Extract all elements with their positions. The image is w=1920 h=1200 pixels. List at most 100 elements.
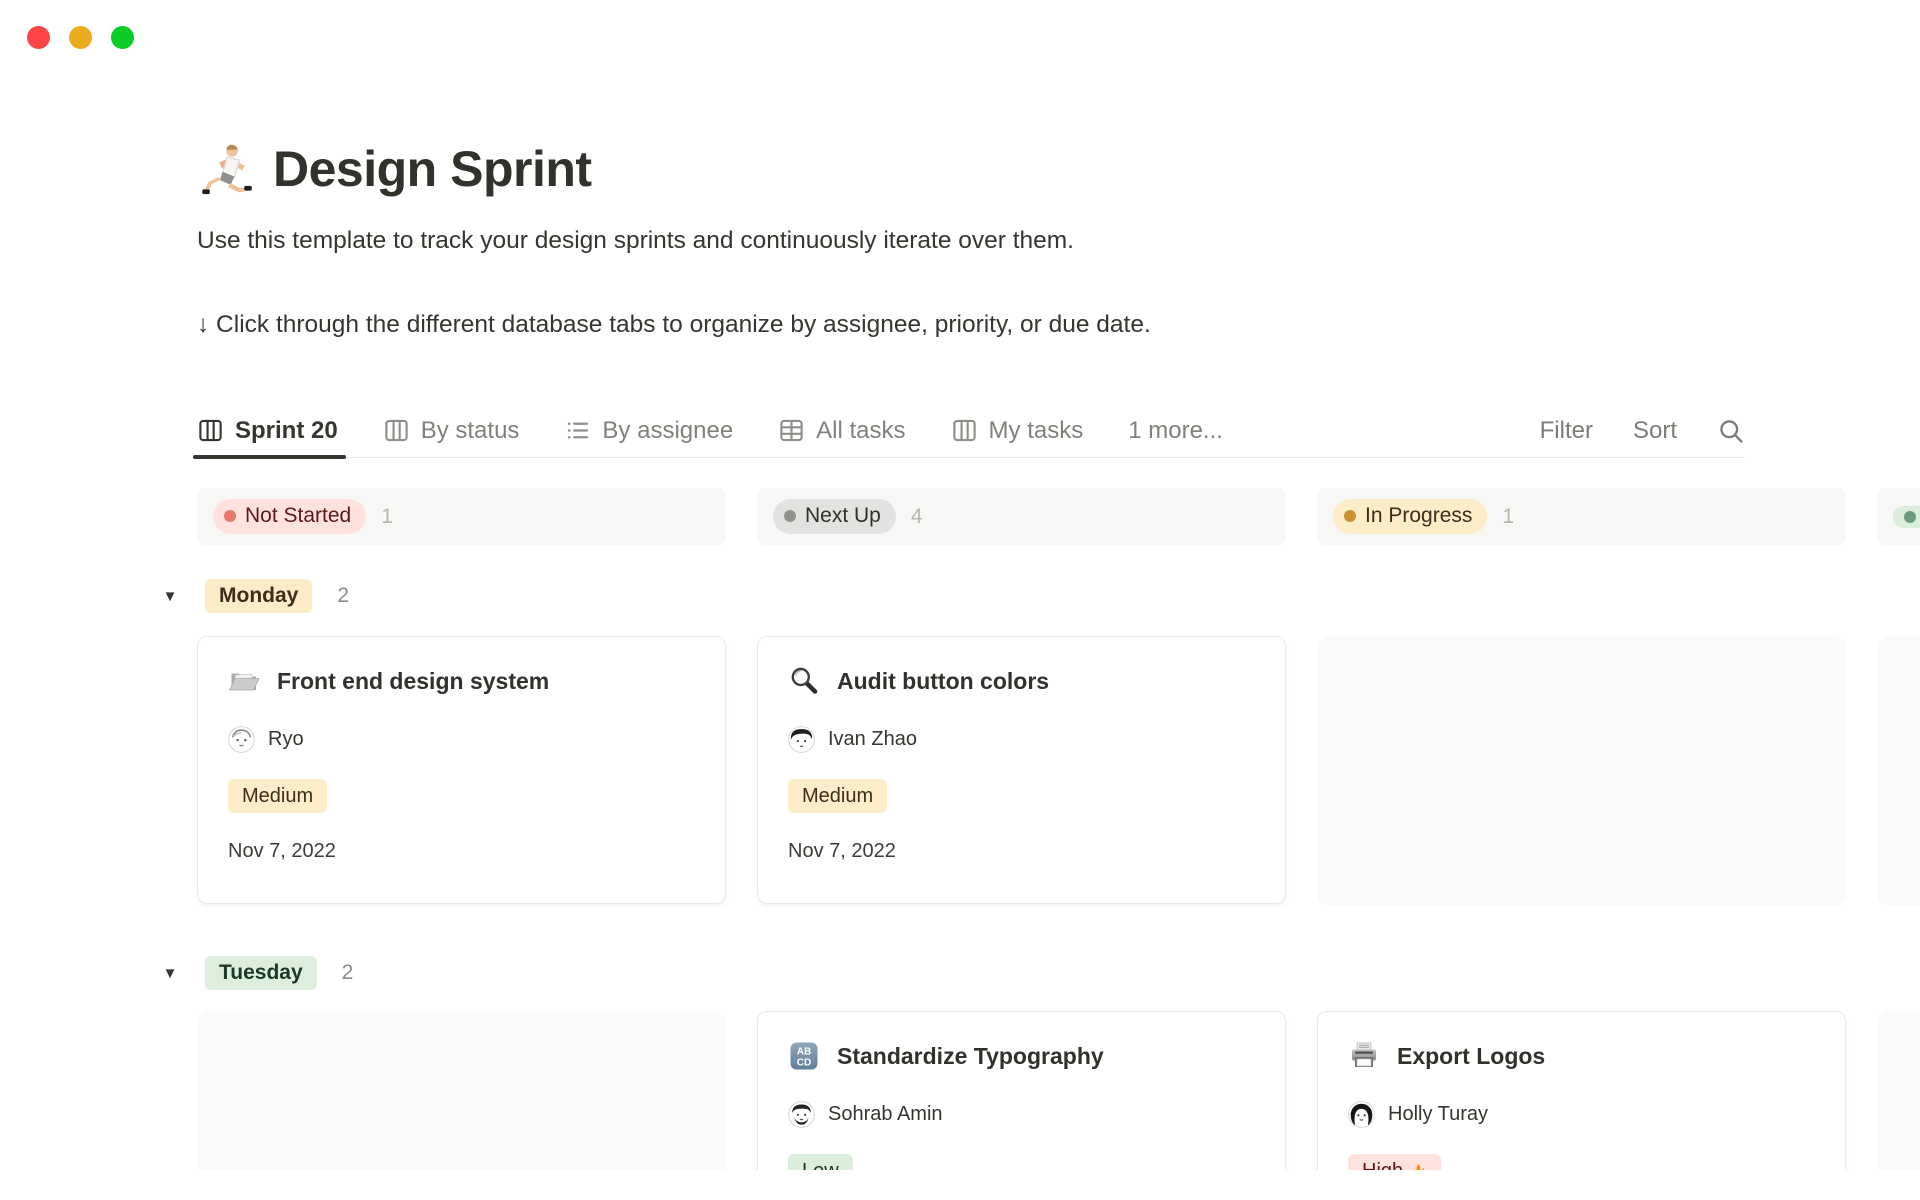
column-header-clipped[interactable] (1877, 488, 1920, 545)
assignee-name: Sohrab Amin (828, 1103, 943, 1126)
magnifier-icon (788, 665, 820, 697)
group-count: 2 (337, 584, 349, 608)
card-title: Front end design system (277, 668, 549, 695)
table-view-icon (778, 417, 805, 444)
tab-by-status[interactable]: By status (383, 404, 520, 457)
page-title: Design Sprint (273, 140, 592, 198)
kanban-board: Not Started 1 Next Up 4 In Progress 1 ▼ (197, 488, 1745, 1200)
assignee-name: Ryo (268, 728, 304, 751)
board-view-icon (951, 417, 978, 444)
page-description: Use this template to track your design s… (197, 226, 1745, 256)
status-badge (1893, 506, 1920, 528)
assignee-row: Ivan Zhao (788, 726, 1255, 753)
empty-column-placeholder (1317, 636, 1846, 906)
column-header-next-up[interactable]: Next Up 4 (757, 488, 1286, 545)
tab-all-tasks[interactable]: All tasks (778, 404, 905, 457)
group-badge[interactable]: Tuesday (205, 956, 317, 990)
filter-button[interactable]: Filter (1540, 417, 1593, 445)
group-header-monday: ▼ Monday 2 (160, 578, 1745, 614)
task-card-front-end-design-system[interactable]: Front end design system R (197, 636, 726, 904)
sort-button[interactable]: Sort (1633, 417, 1677, 445)
printer-icon (1348, 1040, 1380, 1072)
page-header: Design Sprint (197, 136, 1745, 202)
status-dot-icon (1904, 511, 1916, 523)
tab-label: By status (421, 417, 520, 445)
card-title: Standardize Typography (837, 1043, 1104, 1070)
tab-by-assignee[interactable]: By assignee (564, 404, 733, 457)
priority-badge: Medium (228, 779, 327, 813)
avatar-holly-turay (1348, 1101, 1375, 1128)
task-card-audit-button-colors[interactable]: Audit button colors Ivan Zhao (757, 636, 1286, 904)
window-controls (27, 26, 134, 49)
due-date: Nov 7, 2022 (228, 840, 695, 863)
viewport-cutoff-mask (0, 1170, 1920, 1200)
avatar-sohrab-amin (788, 1101, 815, 1128)
runner-emoji-icon (197, 141, 253, 197)
tab-label: By assignee (602, 417, 733, 445)
column-header-in-progress[interactable]: In Progress 1 (1317, 488, 1846, 545)
status-dot-icon (784, 510, 796, 522)
priority-badge: Medium (788, 779, 887, 813)
card-title: Audit button colors (837, 668, 1049, 695)
group-monday-cards: Front end design system R (197, 636, 1745, 906)
group-label: Tuesday (219, 961, 303, 984)
due-date: Nov 7, 2022 (788, 840, 1255, 863)
group-count: 2 (342, 961, 354, 985)
folder-icon (228, 665, 260, 697)
status-badge: Not Started (213, 499, 366, 533)
group-badge[interactable]: Monday (205, 579, 312, 613)
tab-my-tasks[interactable]: My tasks (951, 404, 1084, 457)
collapse-toggle-icon[interactable]: ▼ (160, 965, 180, 982)
column-header-not-started[interactable]: Not Started 1 (197, 488, 726, 545)
avatar-ivan-zhao (788, 726, 815, 753)
board-view-icon (197, 417, 224, 444)
view-controls: Filter Sort (1540, 417, 1745, 445)
svg-text:CD: CD (797, 1058, 811, 1069)
tab-label: All tasks (816, 417, 905, 445)
assignee-row: Holly Turay (1348, 1101, 1815, 1128)
list-view-icon (564, 417, 591, 444)
zoom-button[interactable] (111, 26, 134, 49)
column-count: 1 (381, 505, 393, 529)
group-label: Monday (219, 584, 298, 607)
status-badge: Next Up (773, 499, 896, 533)
view-tabbar: Sprint 20 By status (197, 404, 1745, 458)
card-title-row: Audit button colors (788, 665, 1255, 697)
tab-label: Sprint 20 (235, 417, 338, 445)
minimize-button[interactable] (69, 26, 92, 49)
search-icon[interactable] (1717, 417, 1745, 445)
assignee-row: Ryo (228, 726, 695, 753)
page-content: Design Sprint Use this template to track… (0, 0, 1745, 1200)
app-window: Design Sprint Use this template to track… (0, 0, 1920, 1200)
page-hint: ↓ Click through the different database t… (197, 310, 1745, 340)
assignee-name: Ivan Zhao (828, 728, 917, 751)
board-view-icon (383, 417, 410, 444)
svg-text:AB: AB (797, 1047, 811, 1058)
column-header-row: Not Started 1 Next Up 4 In Progress 1 (197, 488, 1745, 545)
column-count: 4 (911, 505, 923, 529)
status-label: Next Up (805, 504, 881, 528)
card-title-row: Front end design system (228, 665, 695, 697)
active-tab-underline (193, 455, 346, 459)
tab-sprint-20[interactable]: Sprint 20 (197, 404, 338, 457)
assignee-name: Holly Turay (1388, 1103, 1488, 1126)
group-header-tuesday: ▼ Tuesday 2 (160, 955, 1745, 991)
view-tabs: Sprint 20 By status (197, 404, 1223, 457)
tab-label: My tasks (989, 417, 1084, 445)
status-label: Not Started (245, 504, 351, 528)
column-count: 1 (1502, 505, 1514, 529)
collapse-toggle-icon[interactable]: ▼ (160, 588, 180, 605)
card-title-row: AB CD Standardize Typography (788, 1040, 1255, 1072)
status-dot-icon (224, 510, 236, 522)
abcd-icon: AB CD (788, 1040, 820, 1072)
card-title: Export Logos (1397, 1043, 1545, 1070)
status-dot-icon (1344, 510, 1356, 522)
more-views-link[interactable]: 1 more... (1128, 417, 1223, 445)
card-title-row: Export Logos (1348, 1040, 1815, 1072)
status-badge: In Progress (1333, 499, 1487, 533)
status-label: In Progress (1365, 504, 1472, 528)
close-button[interactable] (27, 26, 50, 49)
assignee-row: Sohrab Amin (788, 1101, 1255, 1128)
avatar-ryo (228, 726, 255, 753)
empty-column-placeholder (1877, 636, 1920, 906)
